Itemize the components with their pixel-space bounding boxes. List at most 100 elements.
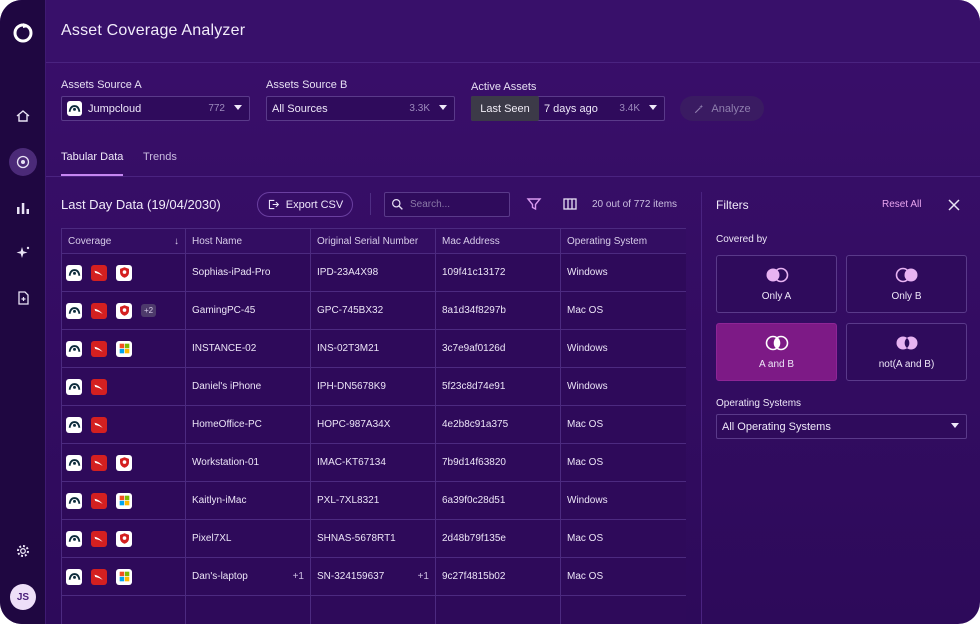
chevron-down-icon bbox=[649, 105, 657, 110]
venn-a-and-b-icon bbox=[765, 335, 788, 350]
host-more-badge[interactable]: +1 bbox=[293, 571, 304, 582]
close-icon[interactable] bbox=[947, 198, 961, 212]
filter-only-b[interactable]: Only B bbox=[846, 255, 967, 313]
crowdstrike-icon bbox=[91, 302, 107, 319]
source-a-select[interactable]: Jumpcloud 772 bbox=[61, 96, 250, 121]
chevron-down-icon bbox=[951, 423, 959, 428]
jumpcloud-icon bbox=[66, 454, 82, 471]
serial-cell bbox=[310, 595, 436, 624]
filter-only-a[interactable]: Only A bbox=[716, 255, 837, 313]
source-a-label: Assets Source A bbox=[61, 79, 142, 91]
os-filter-select[interactable]: All Operating Systems bbox=[716, 414, 967, 439]
filter-not-a-and-b[interactable]: not(A and B) bbox=[846, 323, 967, 381]
source-a-value: Jumpcloud bbox=[88, 102, 142, 115]
coverage-cell bbox=[61, 595, 186, 624]
os-cell: Windows bbox=[560, 253, 686, 292]
os-cell: Mac OS bbox=[560, 519, 686, 558]
analyze-button[interactable]: Analyze bbox=[680, 96, 764, 121]
chevron-down-icon bbox=[234, 105, 242, 110]
tab-trends[interactable]: Trends bbox=[143, 151, 177, 163]
filters-title: Filters bbox=[716, 198, 749, 212]
table-row[interactable]: Sophias-iPad-Pro IPD-23A4X98 109f41c13172 W… bbox=[61, 253, 686, 292]
source-b-count: 3.3K bbox=[409, 103, 430, 114]
column-header-coverage[interactable]: Coverage ↓ bbox=[61, 228, 186, 254]
logo-icon bbox=[12, 21, 34, 43]
os-cell: Mac OS bbox=[560, 443, 686, 482]
reset-all-button[interactable]: Reset All bbox=[882, 199, 921, 210]
serial-cell: IPD-23A4X98 bbox=[310, 253, 436, 292]
source-a-count: 772 bbox=[208, 103, 225, 114]
table-row[interactable]: Kaitlyn-iMac PXL-7XL8321 6a39f0c28d51 Windo… bbox=[61, 481, 686, 520]
sparkle-icon[interactable] bbox=[11, 241, 35, 265]
coverage-cell bbox=[61, 253, 186, 292]
active-assets-value: 7 days ago bbox=[544, 102, 598, 115]
column-header-os[interactable]: Operating System bbox=[560, 228, 686, 254]
serial-cell: HOPC-987A34X bbox=[310, 405, 436, 444]
search-icon bbox=[392, 199, 403, 210]
coverage-cell bbox=[61, 329, 186, 368]
mac-address-cell bbox=[435, 595, 561, 624]
document-icon[interactable] bbox=[11, 286, 35, 310]
table-row[interactable]: Workstation-01 IMAC-KT67134 7b9d14f63820 Ma… bbox=[61, 443, 686, 482]
search-field[interactable] bbox=[384, 192, 510, 217]
filter-a-and-b[interactable]: A and B bbox=[716, 323, 837, 381]
column-header-serial[interactable]: Original Serial Number bbox=[310, 228, 436, 254]
jumpcloud-icon bbox=[66, 340, 82, 357]
host-name-cell: GamingPC-45 bbox=[185, 291, 311, 330]
mac-address-cell: 8a1d34f8297b bbox=[435, 291, 561, 330]
table-row[interactable]: Pixel7XL SHNAS-5678RT1 2d48b79f135e Mac OS bbox=[61, 519, 686, 558]
shield-icon bbox=[116, 264, 132, 281]
table-row[interactable]: Daniel's iPhone IPH-DN5678K9 5f23c8d74e91 W… bbox=[61, 367, 686, 406]
os-filter-label: Operating Systems bbox=[716, 398, 802, 409]
sort-down-icon[interactable]: ↓ bbox=[174, 236, 179, 247]
microsoft-icon bbox=[116, 492, 132, 509]
table-row[interactable]: INSTANCE-02 INS-02T3M21 3c7e9af0126d Window… bbox=[61, 329, 686, 368]
more-sources-badge[interactable]: +2 bbox=[141, 304, 157, 317]
coverage-cell bbox=[61, 519, 186, 558]
bar-chart-icon[interactable] bbox=[11, 196, 35, 220]
last-seen-toggle[interactable]: Last Seen bbox=[471, 96, 539, 121]
data-table-container: Coverage ↓ Host Name Original Serial Num… bbox=[61, 228, 686, 624]
os-cell: Mac OS bbox=[560, 291, 686, 330]
active-assets-count: 3.4K bbox=[619, 103, 640, 114]
tab-tabular-data[interactable]: Tabular Data bbox=[61, 151, 123, 163]
gear-icon[interactable] bbox=[11, 539, 35, 563]
items-count: 20 out of 772 items bbox=[592, 199, 678, 210]
host-name-cell: HomeOffice-PC bbox=[185, 405, 311, 444]
source-b-select[interactable]: All Sources 3.3K bbox=[266, 96, 455, 121]
coverage-icon[interactable] bbox=[9, 148, 37, 176]
tabs-divider bbox=[46, 176, 980, 177]
filter-icon[interactable] bbox=[526, 196, 542, 212]
crowdstrike-icon bbox=[91, 416, 107, 433]
mac-address-cell: 3c7e9af0126d bbox=[435, 329, 561, 368]
search-input[interactable] bbox=[410, 199, 500, 210]
chevron-down-icon bbox=[439, 105, 447, 110]
table-row[interactable] bbox=[61, 595, 686, 624]
os-cell: Windows bbox=[560, 329, 686, 368]
host-name-cell: INSTANCE-02 bbox=[185, 329, 311, 368]
column-header-host-name[interactable]: Host Name bbox=[185, 228, 311, 254]
export-icon bbox=[268, 199, 279, 210]
crowdstrike-icon bbox=[91, 568, 107, 585]
page-title: Asset Coverage Analyzer bbox=[61, 22, 246, 39]
jumpcloud-icon bbox=[66, 492, 82, 509]
crowdstrike-icon bbox=[91, 492, 107, 509]
jumpcloud-icon bbox=[66, 264, 82, 281]
columns-icon[interactable] bbox=[562, 196, 578, 212]
jumpcloud-icon bbox=[66, 378, 82, 395]
filters-divider bbox=[701, 192, 702, 624]
filter-only-a-label: Only A bbox=[761, 290, 792, 302]
source-b-label: Assets Source B bbox=[266, 79, 348, 91]
mac-address-cell: 6a39f0c28d51 bbox=[435, 481, 561, 520]
table-row[interactable]: HomeOffice-PC HOPC-987A34X 4e2b8c91a375 Mac… bbox=[61, 405, 686, 444]
app-window: JS Asset Coverage Analyzer Assets Source… bbox=[0, 0, 980, 624]
table-row[interactable]: Dan's-laptop +1 SN-324159637 +1 9c27f4815b02… bbox=[61, 557, 686, 596]
avatar[interactable]: JS bbox=[10, 584, 36, 610]
home-icon[interactable] bbox=[11, 104, 35, 128]
export-csv-button[interactable]: Export CSV bbox=[257, 192, 353, 217]
os-cell: Mac OS bbox=[560, 405, 686, 444]
table-row[interactable]: +2 GamingPC-45 GPC-745BX32 8a1d34f8297b Mac … bbox=[61, 291, 686, 330]
column-header-mac[interactable]: Mac Address bbox=[435, 228, 561, 254]
serial-more-badge[interactable]: +1 bbox=[418, 571, 429, 582]
coverage-cell bbox=[61, 367, 186, 406]
